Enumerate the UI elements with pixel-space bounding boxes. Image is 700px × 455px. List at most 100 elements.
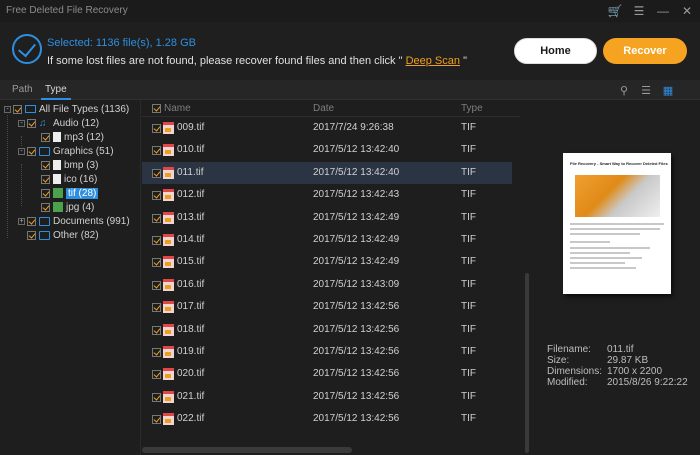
- collapse-toggle[interactable]: -: [18, 119, 25, 127]
- row-checkbox[interactable]: [152, 191, 161, 201]
- table-row[interactable]: 014.tif 2017/5/12 13:42:49 TIF: [142, 229, 512, 251]
- checkbox[interactable]: [27, 216, 36, 226]
- row-checkbox[interactable]: [152, 392, 161, 402]
- deep-scan-link[interactable]: Deep Scan: [406, 55, 460, 67]
- cell-date: 2017/5/12 13:42:56: [313, 368, 400, 380]
- checkbox[interactable]: [27, 118, 36, 128]
- tree-label: Audio (12): [53, 117, 100, 129]
- row-checkbox[interactable]: [152, 303, 161, 313]
- row-checkbox[interactable]: [152, 124, 161, 133]
- cell-type: TIF: [461, 211, 476, 223]
- checkbox[interactable]: [41, 132, 50, 142]
- tab-path[interactable]: Path: [12, 84, 33, 95]
- collapse-toggle[interactable]: -: [18, 147, 25, 155]
- cell-type: TIF: [461, 256, 476, 268]
- cell-type: TIF: [461, 278, 476, 290]
- list-view-icon[interactable]: ☰: [640, 84, 652, 97]
- tree-label: Other (82): [53, 229, 99, 241]
- cart-icon[interactable]: 🛒: [608, 4, 623, 18]
- table-row[interactable]: 016.tif 2017/5/12 13:43:09 TIF: [142, 274, 512, 296]
- tif-file-icon: [163, 144, 174, 157]
- thumbnail-text-line: [570, 252, 630, 254]
- expand-toggle[interactable]: +: [18, 217, 25, 225]
- row-checkbox[interactable]: [152, 146, 161, 156]
- table-row[interactable]: 009.tif 2017/7/24 9:26:38 TIF: [142, 117, 512, 139]
- row-checkbox[interactable]: [152, 370, 161, 380]
- checkbox[interactable]: [27, 146, 36, 156]
- cell-date: 2017/5/12 13:42:56: [313, 413, 400, 425]
- cell-name: 017.tif: [177, 301, 205, 313]
- meta-label: Size:: [547, 355, 570, 366]
- tree-node-bmp[interactable]: bmp (3): [41, 158, 98, 172]
- column-date[interactable]: Date: [313, 103, 334, 114]
- table-row[interactable]: 019.tif 2017/5/12 13:42:56 TIF: [142, 341, 512, 363]
- tab-type[interactable]: Type: [41, 84, 71, 100]
- table-row[interactable]: 021.tif 2017/5/12 13:42:56 TIF: [142, 386, 512, 408]
- tree-label: Documents (991): [53, 215, 130, 227]
- table-row[interactable]: 022.tif 2017/5/12 13:42:56 TIF: [142, 408, 512, 430]
- list-scrollbar[interactable]: [525, 273, 529, 453]
- tree-node-tif[interactable]: tif (28): [41, 186, 99, 200]
- row-checkbox[interactable]: [152, 348, 161, 357]
- thumbnail-text-line: [570, 262, 625, 264]
- cell-name: 011.tif: [177, 166, 204, 178]
- table-row[interactable]: 010.tif 2017/5/12 13:42:40 TIF: [142, 139, 512, 161]
- cell-type: TIF: [461, 413, 476, 425]
- tree-node-audio[interactable]: - ♫ Audio (12): [18, 116, 99, 130]
- cell-type: TIF: [461, 144, 476, 156]
- checkbox[interactable]: [41, 188, 50, 198]
- cell-date: 2017/5/12 13:42:49: [313, 234, 400, 245]
- row-checkbox[interactable]: [152, 280, 161, 290]
- tree-node-all[interactable]: - All File Types (1136): [4, 102, 129, 116]
- tree-node-ico[interactable]: ico (16): [41, 172, 97, 186]
- checkbox[interactable]: [41, 174, 50, 184]
- row-checkbox[interactable]: [152, 168, 161, 178]
- tree-label: tif (28): [66, 187, 99, 199]
- tree-node-mp3[interactable]: mp3 (12): [41, 130, 104, 144]
- table-row[interactable]: 012.tif 2017/5/12 13:42:43 TIF: [142, 184, 512, 206]
- table-row[interactable]: 015.tif 2017/5/12 13:42:49 TIF: [142, 251, 512, 273]
- tree-node-other[interactable]: Other (82): [27, 228, 99, 242]
- select-all-checkbox[interactable]: [152, 104, 161, 113]
- menu-icon[interactable]: ☰: [632, 4, 646, 18]
- column-name[interactable]: Name: [164, 103, 191, 114]
- search-icon[interactable]: ⚲: [618, 84, 630, 97]
- tif-file-icon: [163, 166, 174, 179]
- tree-node-graphics[interactable]: - Graphics (51): [18, 144, 114, 158]
- row-checkbox[interactable]: [152, 236, 161, 245]
- list-header: Name Date Type: [142, 100, 520, 117]
- tree-node-jpg[interactable]: jpg (4): [41, 200, 94, 214]
- horizontal-scrollbar[interactable]: [142, 447, 352, 453]
- checkbox[interactable]: [41, 160, 50, 170]
- cell-date: 2017/5/12 13:43:09: [313, 278, 400, 290]
- checkbox[interactable]: [27, 230, 36, 240]
- checkbox[interactable]: [41, 202, 50, 212]
- tree-node-documents[interactable]: + Documents (991): [18, 214, 130, 228]
- row-checkbox[interactable]: [152, 213, 161, 223]
- thumbnail-text-line: [570, 241, 610, 243]
- checkbox[interactable]: [13, 104, 22, 114]
- close-icon[interactable]: ✕: [680, 4, 694, 18]
- collapse-toggle[interactable]: -: [4, 105, 11, 113]
- file-list: Name Date Type 009.tif 2017/7/24 9:26:38 T…: [142, 100, 520, 455]
- table-row[interactable]: 018.tif 2017/5/12 13:42:56 TIF: [142, 319, 512, 341]
- table-row[interactable]: 013.tif 2017/5/12 13:42:49 TIF: [142, 207, 512, 229]
- tif-file-icon: [163, 390, 174, 403]
- row-checkbox[interactable]: [152, 258, 161, 268]
- row-checkbox[interactable]: [152, 415, 161, 425]
- thumbnail-view-icon[interactable]: ▦: [662, 84, 674, 97]
- table-row[interactable]: 017.tif 2017/5/12 13:42:56 TIF: [142, 296, 512, 318]
- cell-type: TIF: [461, 346, 476, 357]
- minimize-icon[interactable]: —: [656, 4, 670, 18]
- cell-type: TIF: [461, 301, 476, 313]
- cell-date: 2017/5/12 13:42:43: [313, 189, 400, 201]
- cell-type: TIF: [461, 234, 476, 245]
- home-button[interactable]: Home: [514, 38, 597, 64]
- column-type[interactable]: Type: [461, 103, 483, 114]
- cell-name: 019.tif: [177, 346, 205, 357]
- table-row[interactable]: 020.tif 2017/5/12 13:42:56 TIF: [142, 363, 512, 385]
- recover-button[interactable]: Recover: [603, 38, 687, 64]
- row-checkbox[interactable]: [152, 325, 161, 335]
- image-file-icon: [53, 202, 63, 212]
- table-row[interactable]: 011.tif 2017/5/12 13:42:40 TIF: [142, 161, 512, 184]
